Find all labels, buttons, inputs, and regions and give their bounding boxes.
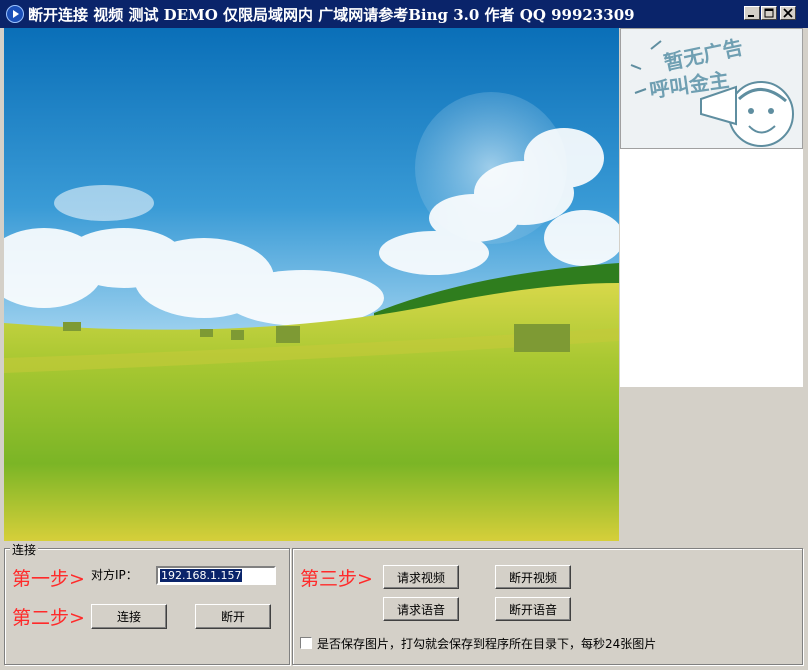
step2-label: 第二步> [12, 607, 85, 629]
step1-label: 第一步> [12, 568, 85, 590]
video-preview [4, 28, 619, 541]
connect-group-label: 连接 [10, 541, 39, 558]
step3-label: 第三步> [300, 568, 373, 590]
disconnect-video-button[interactable]: 断开视频 [495, 565, 571, 589]
ip-label: 对方IP： [91, 568, 138, 582]
save-images-checkbox[interactable] [300, 637, 312, 649]
connect-button[interactable]: 连接 [91, 604, 167, 629]
side-panel [620, 149, 803, 387]
main-window: 断开连接 视频 测试 DEMO 仅限局域网内 广域网请参考Bing 3.0 作者… [0, 0, 808, 670]
maximize-button[interactable] [761, 6, 777, 20]
disconnect-button[interactable]: 断开 [195, 604, 271, 629]
save-images-label[interactable]: 是否保存图片，打勾就会保存到程序所在目录下，每秒24张图片 [317, 635, 656, 652]
close-button[interactable] [780, 6, 796, 20]
ip-value: 192.168.1.157 [160, 569, 243, 582]
ip-input[interactable]: 192.168.1.157 [156, 566, 276, 585]
minimize-button[interactable] [744, 6, 760, 20]
close-icon [783, 8, 793, 18]
minimize-icon [748, 15, 754, 17]
disconnect-audio-button[interactable]: 断开语音 [495, 597, 571, 621]
ad-banner[interactable]: 暂无广告 呼叫金主 [620, 28, 803, 149]
maximize-icon [764, 8, 774, 18]
request-audio-button[interactable]: 请求语音 [383, 597, 459, 621]
window-title: 断开连接 视频 测试 DEMO 仅限局域网内 广域网请参考Bing 3.0 作者… [28, 6, 635, 24]
request-video-button[interactable]: 请求视频 [383, 565, 459, 589]
landscape-image [4, 28, 619, 541]
title-bar[interactable]: 断开连接 视频 测试 DEMO 仅限局域网内 广域网请参考Bing 3.0 作者… [0, 0, 808, 28]
app-play-icon [6, 5, 24, 23]
